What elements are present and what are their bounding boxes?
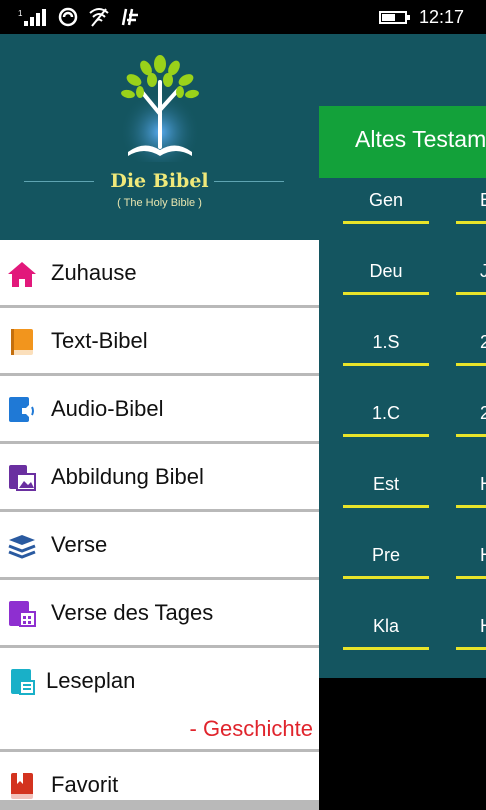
menu-label: Verse des Tages [51, 600, 214, 625]
menu-item-verse-des-tages[interactable]: Verse des Tages [0, 580, 319, 648]
book-button[interactable]: Kla [343, 604, 429, 650]
menu-label: Audio-Bibel [51, 396, 164, 421]
status-bar: 1 12:17 [0, 0, 486, 34]
book-button[interactable]: H [456, 604, 486, 650]
menu-label: Text-Bibel [51, 328, 148, 353]
drawer-bottom-bar [0, 800, 319, 810]
menu-label: Favorit [51, 772, 119, 797]
clock: 12:17 [418, 6, 464, 27]
menu-item-text-bibel[interactable]: Text-Bibel [0, 308, 319, 376]
menu-label: Verse [51, 532, 108, 557]
testament-tab[interactable]: Altes Testam [319, 106, 486, 178]
battery-fill [381, 13, 395, 21]
testament-label: Altes Testam [355, 126, 486, 152]
signal-icon: 1 [18, 9, 46, 26]
bookmark-book-icon [11, 773, 33, 799]
home-icon [8, 262, 36, 287]
book-button[interactable]: 1.C [343, 391, 429, 437]
menu-label: Leseplan [46, 668, 136, 693]
book-button[interactable]: J [456, 249, 486, 295]
menu-item-zuhause[interactable]: Zuhause [0, 240, 319, 308]
menu-item-verse[interactable]: Verse [0, 512, 319, 580]
book-icon [11, 329, 33, 355]
book-button[interactable]: 1.S [343, 320, 429, 366]
book-button[interactable]: 2 [456, 320, 486, 366]
status-icons: 1 [18, 6, 140, 28]
book-button[interactable]: H [456, 462, 486, 508]
drawer-menu: Zuhause Text-Bibel Audio-Bibel Abbildung… [0, 240, 319, 810]
audio-book-icon [9, 397, 34, 422]
book-button[interactable]: Pre [343, 533, 429, 579]
book-button[interactable]: 2 [456, 391, 486, 437]
wifi-icon [89, 8, 109, 27]
book-button[interactable]: H [456, 533, 486, 579]
book-button[interactable]: E [456, 178, 486, 224]
reading-plan-icon [11, 669, 35, 695]
svg-text:1: 1 [18, 9, 23, 18]
sync-icon [58, 7, 78, 27]
menu-item-leseplan[interactable]: Leseplan - Geschichte [0, 648, 319, 752]
picture-book-icon [9, 465, 36, 491]
navigation-drawer: Die Bibel ( The Holy Bible ) Zuhause Tex… [0, 34, 319, 810]
battery-icon [378, 10, 410, 24]
logo-subtitle: ( The Holy Bible ) [117, 197, 202, 209]
books-stack-icon [8, 535, 36, 559]
book-button[interactable]: Est [343, 462, 429, 508]
menu-label: Abbildung Bibel [51, 464, 204, 489]
menu-item-abbildung-bibel[interactable]: Abbildung Bibel [0, 444, 319, 512]
drawer-header: Die Bibel ( The Holy Bible ) [0, 34, 319, 240]
data-icon [121, 8, 138, 26]
screen: 1 12:17 Altes Testam Gen Deu 1.S 1.C Est… [0, 0, 486, 810]
menu-sublabel: - Geschichte [189, 716, 314, 741]
status-right: 12:17 [378, 6, 464, 28]
book-button[interactable]: Gen [343, 178, 429, 224]
tree-bible-logo-icon [120, 55, 200, 162]
menu-item-audio-bibel[interactable]: Audio-Bibel [0, 376, 319, 444]
calendar-book-icon [9, 601, 36, 627]
menu-label: Zuhause [51, 260, 137, 285]
book-button[interactable]: Deu [343, 249, 429, 295]
logo-title: Die Bibel [110, 170, 209, 192]
